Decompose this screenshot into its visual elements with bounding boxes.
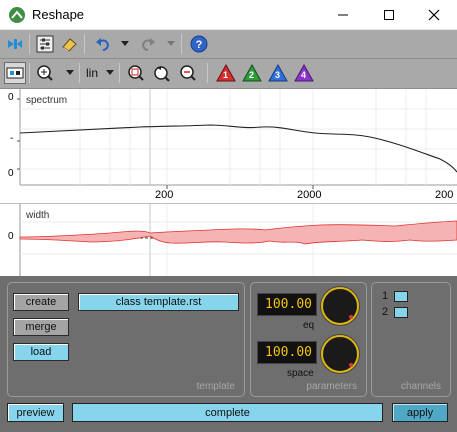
marker-4-label: 4 (301, 70, 307, 80)
toolbar-separator (84, 34, 85, 54)
create-button[interactable]: create (13, 293, 69, 311)
space-knob[interactable] (321, 335, 359, 373)
eq-knob-indicator (349, 315, 353, 319)
channel-2-toggle[interactable] (394, 307, 408, 318)
channel-1-toggle[interactable] (394, 291, 408, 302)
maximize-button[interactable] (366, 0, 412, 30)
settings-icon[interactable] (34, 33, 56, 55)
zoom-out-icon[interactable] (177, 62, 199, 84)
zoom-dropdown-chevron-icon[interactable] (66, 70, 74, 75)
toolbar-separator (207, 63, 208, 83)
app-logo-icon (9, 7, 25, 23)
zoom-reset-icon[interactable] (151, 62, 173, 84)
help-icon[interactable]: ? (188, 33, 210, 55)
minimize-button[interactable] (320, 0, 366, 30)
toolbar-separator (119, 63, 120, 83)
scale-select[interactable]: lin (86, 66, 98, 80)
channels-group-label: channels (400, 381, 441, 392)
status-bar: complete (72, 403, 383, 422)
template-group-label: template (196, 381, 235, 392)
eq-knob[interactable] (321, 287, 359, 325)
main-toolbar: ? (0, 30, 457, 59)
load-button[interactable]: load (13, 343, 69, 361)
space-value-display[interactable]: 100.00 (257, 341, 317, 364)
undo-dropdown-chevron-icon[interactable] (121, 41, 129, 46)
toolbar-separator (29, 34, 30, 54)
spectrum-ytick-top: 0 (8, 92, 14, 103)
spectrum-ytick-bottom: 0 (8, 168, 14, 179)
eq-label: eq (303, 320, 315, 331)
toolbar-separator (29, 63, 30, 83)
template-group: create merge load class template.rst tem… (7, 282, 245, 397)
pin-icon[interactable] (4, 33, 26, 55)
merge-button[interactable]: merge (13, 318, 69, 336)
eraser-icon[interactable] (58, 33, 80, 55)
width-label: width (26, 210, 50, 221)
width-plot[interactable]: width 0 (0, 203, 457, 277)
width-band (19, 220, 457, 245)
marker-2-label: 2 (249, 70, 255, 80)
control-panel: create merge load class template.rst tem… (0, 276, 457, 432)
apply-button[interactable]: apply (392, 403, 448, 422)
marker-1-label: 1 (223, 70, 229, 80)
undo-icon[interactable] (92, 33, 114, 55)
marker-3-button[interactable]: 3 (267, 62, 289, 84)
channels-group: 1 2 channels (371, 282, 451, 397)
marker-1-button[interactable]: 1 (215, 62, 237, 84)
spectrum-xtick-200: 200 (155, 189, 174, 201)
toolbar-separator (79, 63, 80, 83)
template-file-field[interactable]: class template.rst (78, 293, 239, 311)
space-knob-indicator (349, 363, 353, 367)
title-bar: Reshape (0, 0, 457, 30)
zoom-fit-icon[interactable] (125, 62, 147, 84)
redo-icon[interactable] (137, 33, 159, 55)
spectrum-xtick-20000: 200 (435, 189, 454, 201)
eq-value-display[interactable]: 100.00 (257, 293, 317, 316)
marker-2-button[interactable]: 2 (241, 62, 263, 84)
view-toolbar: lin 1 2 3 4 (0, 59, 457, 89)
close-button[interactable] (411, 0, 457, 30)
parameters-group: 100.00 eq 100.00 space parameters (250, 282, 367, 397)
width-ytick-zero: 0 (8, 231, 14, 242)
spectrum-label: spectrum (26, 95, 68, 106)
spectrum-graph (17, 89, 457, 189)
preview-button[interactable]: preview (7, 403, 64, 422)
scale-dropdown-chevron-icon[interactable] (106, 70, 114, 75)
channel-2-label: 2 (382, 306, 389, 318)
svg-text:?: ? (196, 39, 203, 51)
toolbar-separator (181, 34, 182, 54)
zoom-icon[interactable] (34, 62, 56, 84)
marker-4-button[interactable]: 4 (293, 62, 315, 84)
ruler-toggle-icon[interactable] (4, 62, 26, 84)
spectrum-plot[interactable]: spectrum 0 - 0 200 2000 200 (0, 89, 457, 203)
marker-3-label: 3 (275, 70, 281, 80)
spectrum-xtick-2000: 2000 (297, 189, 322, 201)
width-graph (19, 204, 457, 277)
space-label: space (287, 368, 314, 379)
window-title: Reshape (32, 7, 85, 22)
spectrum-ytick-mid: - (10, 133, 14, 144)
redo-dropdown-chevron-icon[interactable] (167, 41, 175, 46)
parameters-group-label: parameters (306, 381, 357, 392)
channel-1-label: 1 (382, 290, 389, 302)
